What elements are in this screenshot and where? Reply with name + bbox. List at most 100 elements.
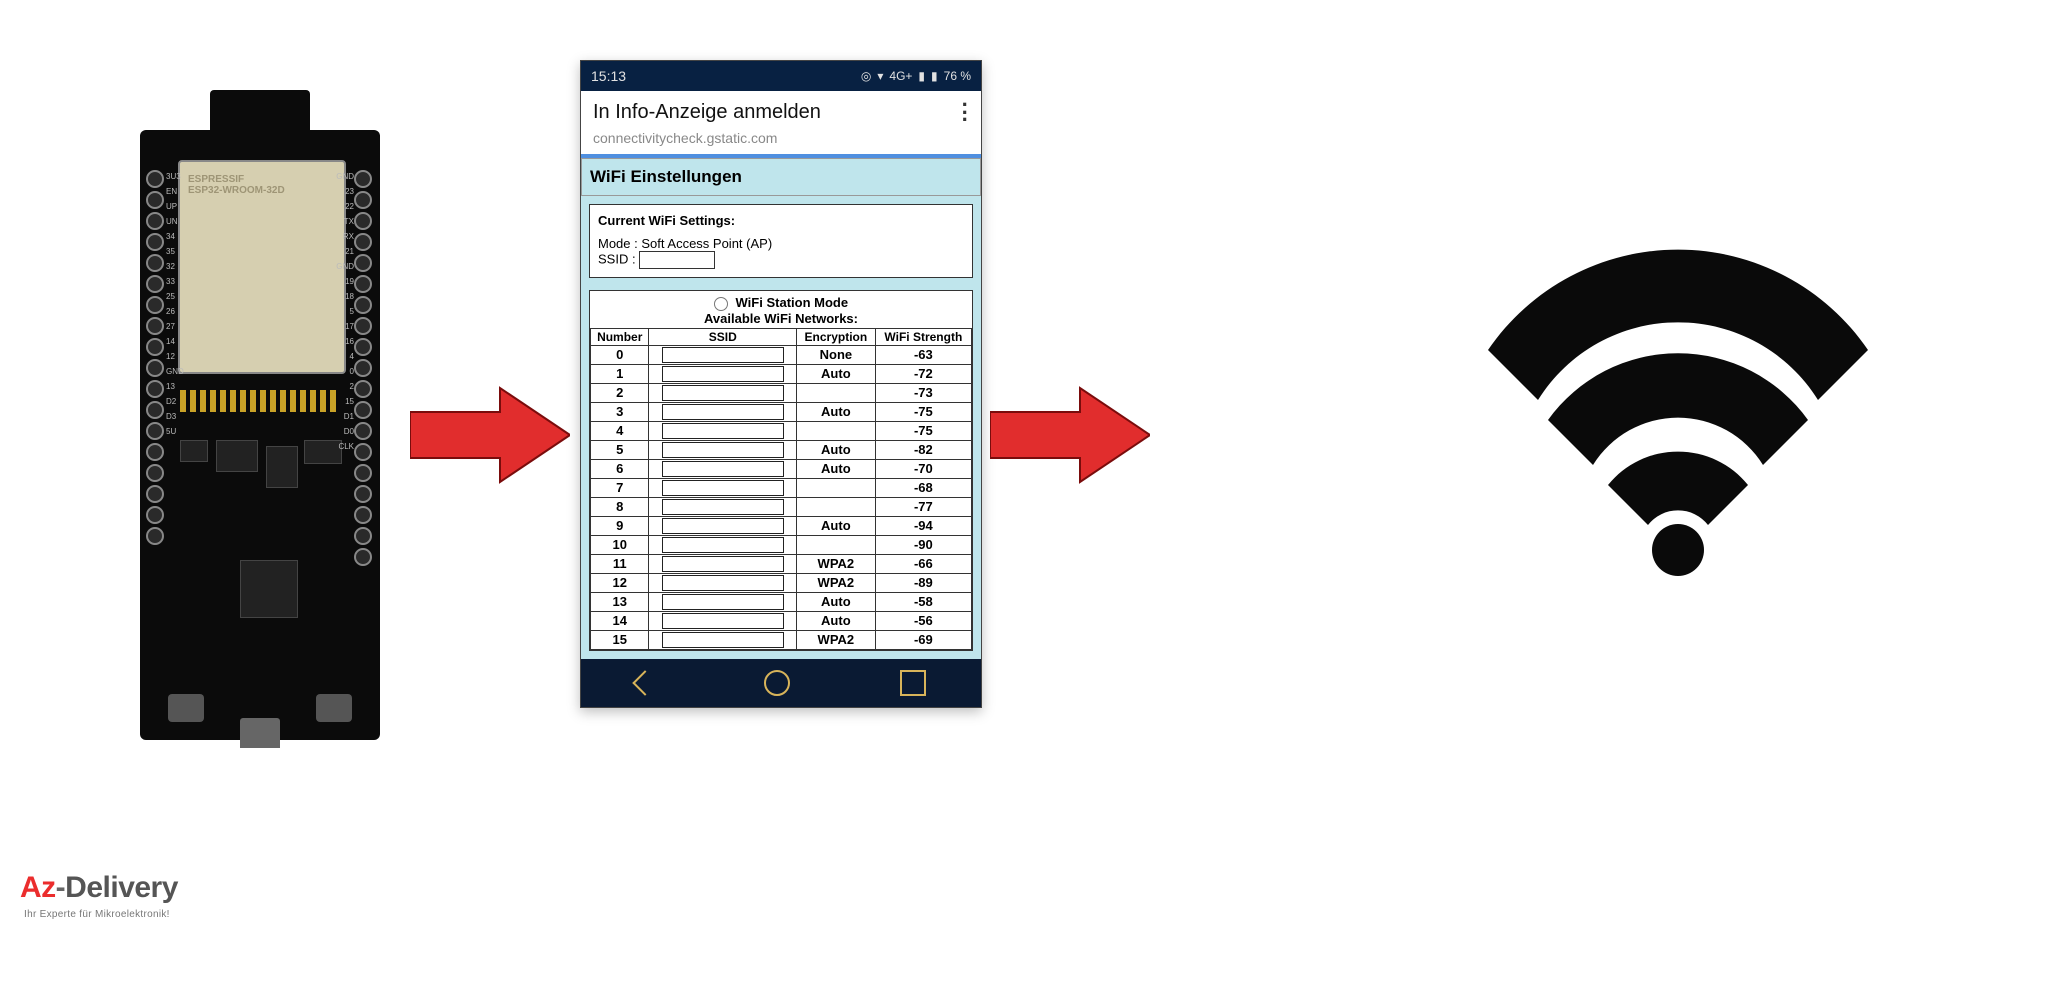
- brand-b: Delivery: [65, 871, 178, 904]
- pin-label: EN: [166, 187, 186, 196]
- status-icons: ◎ ▾ 4G+ ▮ ▮ 76 %: [861, 69, 971, 83]
- chip-model: ESP32-WROOM-32D: [188, 185, 285, 196]
- chip-vendor-label: ESPRESSIF ESP32-WROOM-32D: [188, 174, 285, 196]
- overflow-menu-icon[interactable]: ···: [962, 101, 969, 124]
- ssid-field[interactable]: [662, 499, 784, 515]
- board-components: [180, 440, 340, 550]
- esp32-board: ESPRESSIF ESP32-WROOM-32D 3U3ENUPUN34353…: [140, 130, 380, 740]
- pin-label: GND: [166, 367, 186, 376]
- ssid-field[interactable]: [662, 480, 784, 496]
- table-row[interactable]: 15WPA2-69: [591, 630, 972, 649]
- signal-icon: ▮: [918, 69, 925, 83]
- mode-label: Mode :: [598, 236, 638, 251]
- pin-label: 2: [334, 382, 354, 391]
- pin-header-left: [146, 170, 166, 545]
- available-networks-label: Available WiFi Networks:: [704, 311, 858, 326]
- battery-icon: ▮: [931, 69, 938, 83]
- pin-label: 23: [334, 187, 354, 196]
- pin-label: 15: [334, 397, 354, 406]
- wifi-icon: [1468, 230, 1888, 590]
- pin-label: 34: [166, 232, 186, 241]
- en-button: [168, 694, 204, 722]
- ssid-field[interactable]: [662, 423, 784, 439]
- networks-table: Number SSID Encryption WiFi Strength 0No…: [590, 328, 972, 650]
- nav-recent-icon[interactable]: [900, 670, 926, 696]
- table-row[interactable]: 11WPA2-66: [591, 554, 972, 573]
- pin-label: 5U: [166, 427, 186, 436]
- table-row[interactable]: 5Auto-82: [591, 440, 972, 459]
- ssid-field[interactable]: [662, 366, 784, 382]
- brand-logo: Az-Delivery: [20, 871, 178, 905]
- arrow-right-icon: [410, 380, 570, 490]
- station-mode-radio[interactable]: [714, 297, 728, 311]
- col-encryption: Encryption: [797, 328, 876, 345]
- pin-label: CLK: [334, 442, 354, 451]
- pin-labels-right: GND2322TXRX21GND19185171640215D1D0CLK: [334, 172, 354, 451]
- table-row[interactable]: 13Auto-58: [591, 592, 972, 611]
- ssid-field[interactable]: [662, 442, 784, 458]
- usb-serial-chip: [240, 560, 298, 618]
- table-row[interactable]: 14Auto-56: [591, 611, 972, 630]
- ssid-field[interactable]: [662, 594, 784, 610]
- table-row[interactable]: 8-77: [591, 497, 972, 516]
- table-header-row: Number SSID Encryption WiFi Strength: [591, 328, 972, 345]
- ssid-field[interactable]: [662, 404, 784, 420]
- network-label: 4G+: [889, 69, 912, 83]
- pin-label: 18: [334, 292, 354, 301]
- col-number: Number: [591, 328, 649, 345]
- brand-tagline: Ihr Experte für Mikroelektronik!: [24, 909, 170, 920]
- ssid-field[interactable]: [662, 575, 784, 591]
- mode-line: Mode : Soft Access Point (AP): [598, 236, 964, 251]
- pin-label: 16: [334, 337, 354, 346]
- pin-label: GND: [334, 172, 354, 181]
- pin-label: 32: [166, 262, 186, 271]
- pin-label: 17: [334, 322, 354, 331]
- settings-panel: Current WiFi Settings: Mode : Soft Acces…: [581, 196, 981, 659]
- mode-value: Soft Access Point (AP): [641, 236, 772, 251]
- table-row[interactable]: 9Auto-94: [591, 516, 972, 535]
- ssid-field[interactable]: [662, 632, 784, 648]
- table-row[interactable]: 0None-63: [591, 345, 972, 364]
- current-settings-box: Current WiFi Settings: Mode : Soft Acces…: [589, 204, 973, 278]
- pin-label: UN: [166, 217, 186, 226]
- page-subtitle: connectivitycheck.gstatic.com: [581, 130, 981, 154]
- ssid-field[interactable]: [662, 385, 784, 401]
- station-mode-label: WiFi Station Mode: [736, 295, 849, 310]
- pin-label: 26: [166, 307, 186, 316]
- ssid-field[interactable]: [662, 613, 784, 629]
- pin-label: 22: [334, 202, 354, 211]
- nav-back-icon[interactable]: [632, 670, 657, 695]
- col-ssid: SSID: [649, 328, 797, 345]
- pin-label: D1: [334, 412, 354, 421]
- table-row[interactable]: 1Auto-72: [591, 364, 972, 383]
- table-row[interactable]: 10-90: [591, 535, 972, 554]
- pin-label: 5: [334, 307, 354, 316]
- pin-label: 27: [166, 322, 186, 331]
- ssid-input[interactable]: [639, 251, 715, 269]
- table-row[interactable]: 12WPA2-89: [591, 573, 972, 592]
- pin-label: 25: [166, 292, 186, 301]
- table-row[interactable]: 2-73: [591, 383, 972, 402]
- ssid-field[interactable]: [662, 556, 784, 572]
- pin-label: 35: [166, 247, 186, 256]
- pin-label: 4: [334, 352, 354, 361]
- brand-dash: -: [56, 871, 66, 904]
- status-bar: 15:13 ◎ ▾ 4G+ ▮ ▮ 76 %: [581, 61, 981, 91]
- table-row[interactable]: 4-75: [591, 421, 972, 440]
- ssid-field[interactable]: [662, 537, 784, 553]
- boot-button: [316, 694, 352, 722]
- chip-vendor: ESPRESSIF: [188, 174, 285, 185]
- ssid-field[interactable]: [662, 461, 784, 477]
- nav-home-icon[interactable]: [764, 670, 790, 696]
- ssid-field[interactable]: [662, 518, 784, 534]
- table-row[interactable]: 3Auto-75: [591, 402, 972, 421]
- pin-label: 0: [334, 367, 354, 376]
- table-row[interactable]: 7-68: [591, 478, 972, 497]
- pin-label: GND: [334, 262, 354, 271]
- pin-label: D0: [334, 427, 354, 436]
- table-row[interactable]: 6Auto-70: [591, 459, 972, 478]
- ssid-field[interactable]: [662, 347, 784, 363]
- board-pin-bridge: [180, 390, 340, 412]
- networks-box: WiFi Station Mode Available WiFi Network…: [589, 290, 973, 651]
- ssid-label: SSID :: [598, 252, 636, 267]
